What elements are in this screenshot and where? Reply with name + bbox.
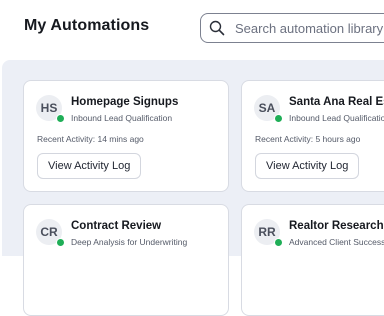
automation-card-contract-review[interactable]: CR Contract Review Deep Analysis for Und… bbox=[23, 204, 229, 316]
card-subtitle: Deep Analysis for Underwriting bbox=[71, 237, 188, 247]
card-title: Realtor Researcher bbox=[289, 220, 384, 232]
automations-grid: HS Homepage Signups Inbound Lead Qualifi… bbox=[2, 60, 384, 316]
search-icon bbox=[209, 20, 225, 36]
automation-card-santa-ana[interactable]: SA Santa Ana Real Esta Inbound Lead Qual… bbox=[241, 80, 384, 192]
recent-activity: Recent Activity: 5 hours ago bbox=[255, 134, 361, 144]
header: My Automations Search automation library bbox=[0, 0, 384, 60]
automation-card-realtor-researcher[interactable]: RR Realtor Researcher Advanced Client Su… bbox=[241, 204, 384, 316]
card-title: Santa Ana Real Esta bbox=[289, 96, 384, 108]
card-title: Homepage Signups bbox=[71, 96, 179, 108]
status-active-indicator bbox=[56, 238, 65, 247]
search-input[interactable]: Search automation library bbox=[200, 13, 384, 43]
card-subtitle: Inbound Lead Qualification bbox=[71, 113, 173, 123]
card-subtitle: Advanced Client Success bbox=[289, 237, 384, 247]
status-active-indicator bbox=[274, 238, 283, 247]
card-title: Contract Review bbox=[71, 220, 162, 232]
status-active-indicator bbox=[56, 114, 65, 123]
status-active-indicator bbox=[274, 114, 283, 123]
search-placeholder: Search automation library bbox=[235, 21, 384, 36]
page-title: My Automations bbox=[24, 17, 150, 34]
recent-activity: Recent Activity: 14 mins ago bbox=[37, 134, 144, 144]
card-subtitle: Inbound Lead Qualificatio bbox=[289, 113, 384, 123]
view-activity-log-button[interactable]: View Activity Log bbox=[37, 153, 142, 179]
view-activity-log-button[interactable]: View Activity Log bbox=[255, 153, 360, 179]
automation-card-homepage-signups[interactable]: HS Homepage Signups Inbound Lead Qualifi… bbox=[23, 80, 229, 192]
